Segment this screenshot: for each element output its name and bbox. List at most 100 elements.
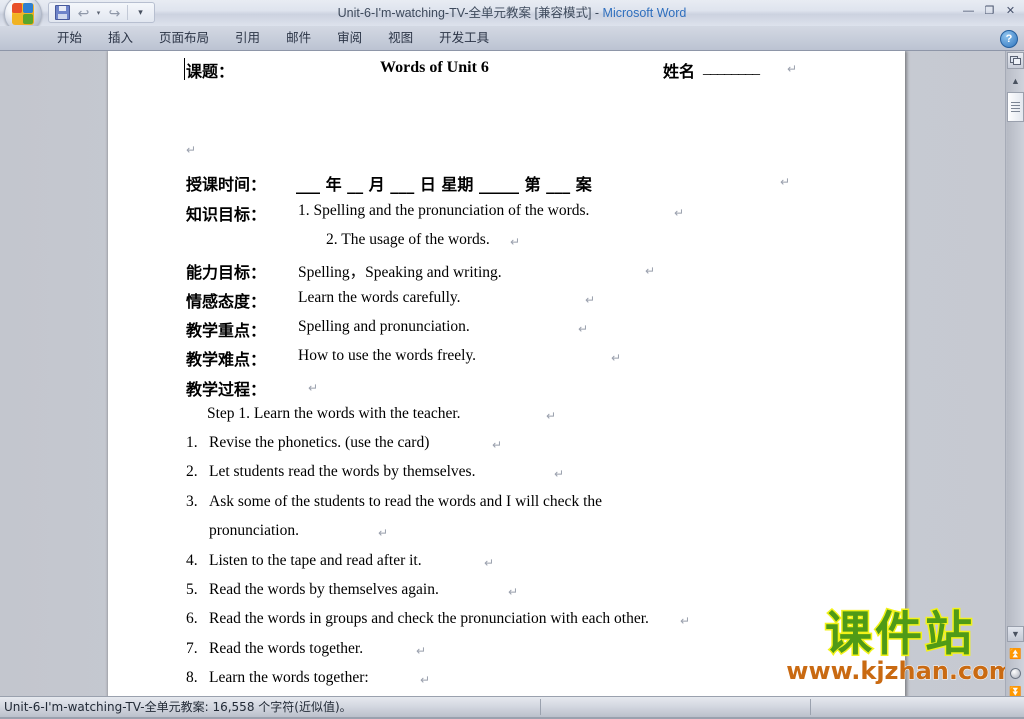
vertical-scrollbar[interactable]: ▲ ▼ ⏫ ⏬ bbox=[1005, 51, 1024, 698]
help-button[interactable]: ? bbox=[1000, 30, 1018, 48]
doc-step-number: 4. bbox=[186, 552, 198, 569]
paragraph-mark: ↵ bbox=[508, 585, 519, 599]
paragraph-mark: ↵ bbox=[186, 143, 197, 157]
doc-line-ability-label: 能力目标： bbox=[186, 263, 267, 282]
save-button[interactable] bbox=[52, 4, 73, 21]
doc-step-text: Let students read the words by themselve… bbox=[209, 463, 476, 480]
title-bar: ↩ ▾ ↪ ▾ Unit-6-I'm-watching-TV-全单元教案 [兼容… bbox=[0, 0, 1024, 33]
document-page[interactable]: 课题： Words of Unit 6 姓名 ________ ↵ ↵ 授课时间… bbox=[108, 51, 905, 696]
doc-line-emotion-text: Learn the words carefully. bbox=[298, 289, 461, 306]
undo-button[interactable]: ↩ bbox=[73, 4, 94, 21]
document-body: 课题： Words of Unit 6 姓名 ________ ↵ ↵ 授课时间… bbox=[108, 51, 905, 696]
window-title-separator: - bbox=[591, 6, 603, 20]
paragraph-mark: ↵ bbox=[416, 644, 427, 658]
doc-line-difficulty-label: 教学难点： bbox=[186, 350, 267, 369]
status-divider bbox=[810, 699, 811, 715]
doc-step-intro: Step 1. Learn the words with the teacher… bbox=[207, 405, 461, 422]
undo-icon: ↩ bbox=[77, 4, 90, 21]
tab-page-layout[interactable]: 页面布局 bbox=[146, 25, 222, 50]
paragraph-mark: ↵ bbox=[674, 206, 685, 220]
doc-step-number: 2. bbox=[186, 463, 198, 480]
doc-line-focus-label: 教学重点： bbox=[186, 321, 267, 340]
paragraph-mark: ↵ bbox=[420, 673, 431, 687]
doc-step-text: Ask some of the students to read the wor… bbox=[209, 493, 603, 510]
doc-title-value: Words of Unit 6 bbox=[380, 59, 489, 76]
doc-step-number: 5. bbox=[186, 581, 198, 598]
status-bar: Unit-6-I'm-watching-TV-全单元教案: 16,558 个字符… bbox=[0, 696, 1024, 719]
document-work-area[interactable]: 课题： Words of Unit 6 姓名 ________ ↵ ↵ 授课时间… bbox=[0, 51, 1024, 696]
paragraph-mark: ↵ bbox=[780, 175, 791, 189]
tab-insert[interactable]: 插入 bbox=[95, 25, 146, 50]
doc-step-number: 7. bbox=[186, 640, 198, 657]
tab-view[interactable]: 视图 bbox=[375, 25, 426, 50]
doc-step-text: Listen to the tape and read after it. bbox=[209, 552, 422, 569]
restore-button[interactable]: ❐ bbox=[980, 2, 999, 19]
customize-qat-button[interactable]: ▾ bbox=[130, 4, 151, 21]
office-logo-icon bbox=[12, 3, 34, 25]
text-cursor bbox=[184, 58, 185, 80]
window-title-document: Unit-6-I'm-watching-TV-全单元教案 [兼容模式] bbox=[337, 6, 592, 20]
browse-object-glyph-icon bbox=[1010, 56, 1021, 65]
window-title-app: Microsoft Word bbox=[602, 6, 687, 20]
watermark-url: www.kjzhan.com bbox=[786, 657, 1014, 685]
scrollbar-thumb[interactable] bbox=[1007, 92, 1024, 122]
doc-line-focus-text: Spelling and pronunciation. bbox=[298, 318, 470, 335]
previous-page-button[interactable]: ⏫ bbox=[1007, 645, 1024, 663]
doc-line-class-time-value: ___ 年 __ 月 ___ 日 星期 _____ 第 ___ 案 bbox=[296, 175, 592, 194]
tab-review[interactable]: 审阅 bbox=[324, 25, 375, 50]
doc-line-ability-text: Spelling，Speaking and writing. bbox=[298, 264, 502, 281]
watermark-text-cn: 课件站 bbox=[824, 607, 975, 662]
doc-line-process-label: 教学过程： bbox=[186, 380, 267, 399]
doc-step-text: Learn the words together: bbox=[209, 669, 369, 686]
doc-step-text: Read the words in groups and check the p… bbox=[209, 610, 649, 627]
scroll-up-button[interactable]: ▲ bbox=[1007, 73, 1024, 89]
window-controls: — ❐ ✕ bbox=[959, 2, 1020, 19]
doc-line-knowledge-text-2: 2. The usage of the words. bbox=[326, 231, 490, 248]
doc-line-class-time-label: 授课时间： bbox=[186, 175, 267, 194]
split-window-icon[interactable] bbox=[1007, 52, 1024, 69]
redo-button[interactable]: ↪ bbox=[104, 4, 125, 21]
undo-dropdown-button[interactable]: ▾ bbox=[94, 4, 104, 21]
doc-title-label: 课题： bbox=[186, 62, 235, 81]
quick-access-toolbar: ↩ ▾ ↪ ▾ bbox=[48, 2, 155, 23]
close-button[interactable]: ✕ bbox=[1001, 2, 1020, 19]
paragraph-mark: ↵ bbox=[611, 351, 622, 365]
paragraph-mark: ↵ bbox=[308, 381, 319, 395]
select-browse-object-button[interactable] bbox=[1007, 664, 1024, 682]
paragraph-mark: ↵ bbox=[378, 526, 389, 540]
thumb-grip-icon bbox=[1011, 101, 1020, 113]
paragraph-mark: ↵ bbox=[645, 264, 656, 278]
tab-mailings[interactable]: 邮件 bbox=[273, 25, 324, 50]
doc-line-emotion-label: 情感态度： bbox=[186, 292, 267, 311]
doc-name-blank: ________ bbox=[703, 60, 760, 77]
paragraph-mark: ↵ bbox=[554, 467, 565, 481]
tab-home[interactable]: 开始 bbox=[44, 25, 95, 50]
doc-step-text: Read the words by themselves again. bbox=[209, 581, 439, 598]
paragraph-mark: ↵ bbox=[787, 62, 798, 76]
doc-step-number: 3. bbox=[186, 493, 198, 510]
doc-name-label: 姓名 bbox=[663, 62, 696, 81]
status-bar-text: Unit-6-I'm-watching-TV-全单元教案: 16,558 个字符… bbox=[4, 700, 352, 714]
status-divider bbox=[540, 699, 541, 715]
paragraph-mark: ↵ bbox=[546, 409, 557, 423]
paragraph-mark: ↵ bbox=[510, 235, 521, 249]
chevron-down-icon: ▾ bbox=[96, 9, 101, 17]
doc-step-text: Read the words together. bbox=[209, 640, 364, 657]
tab-developer[interactable]: 开发工具 bbox=[426, 25, 502, 50]
word-window: ↩ ▾ ↪ ▾ Unit-6-I'm-watching-TV-全单元教案 [兼容… bbox=[0, 0, 1024, 719]
paragraph-mark: ↵ bbox=[585, 293, 596, 307]
scroll-down-button[interactable]: ▼ bbox=[1007, 626, 1024, 642]
qat-divider bbox=[127, 5, 128, 20]
paragraph-mark: ↵ bbox=[680, 614, 691, 628]
scrollbar-track[interactable] bbox=[1007, 122, 1024, 626]
minimize-button[interactable]: — bbox=[959, 2, 978, 19]
circle-icon bbox=[1010, 667, 1021, 679]
doc-step-text: Revise the phonetics. (use the card) bbox=[209, 434, 430, 451]
redo-icon: ↪ bbox=[108, 4, 121, 21]
tab-references[interactable]: 引用 bbox=[222, 25, 273, 50]
doc-line-knowledge-label: 知识目标： bbox=[186, 205, 267, 224]
chevron-down-icon: ▾ bbox=[138, 7, 143, 17]
ribbon-tab-bar: 开始 插入 页面布局 引用 邮件 审阅 视图 开发工具 ? bbox=[0, 26, 1024, 51]
save-icon bbox=[55, 5, 70, 20]
doc-line-knowledge-text: 1. Spelling and the pronunciation of the… bbox=[298, 202, 590, 219]
